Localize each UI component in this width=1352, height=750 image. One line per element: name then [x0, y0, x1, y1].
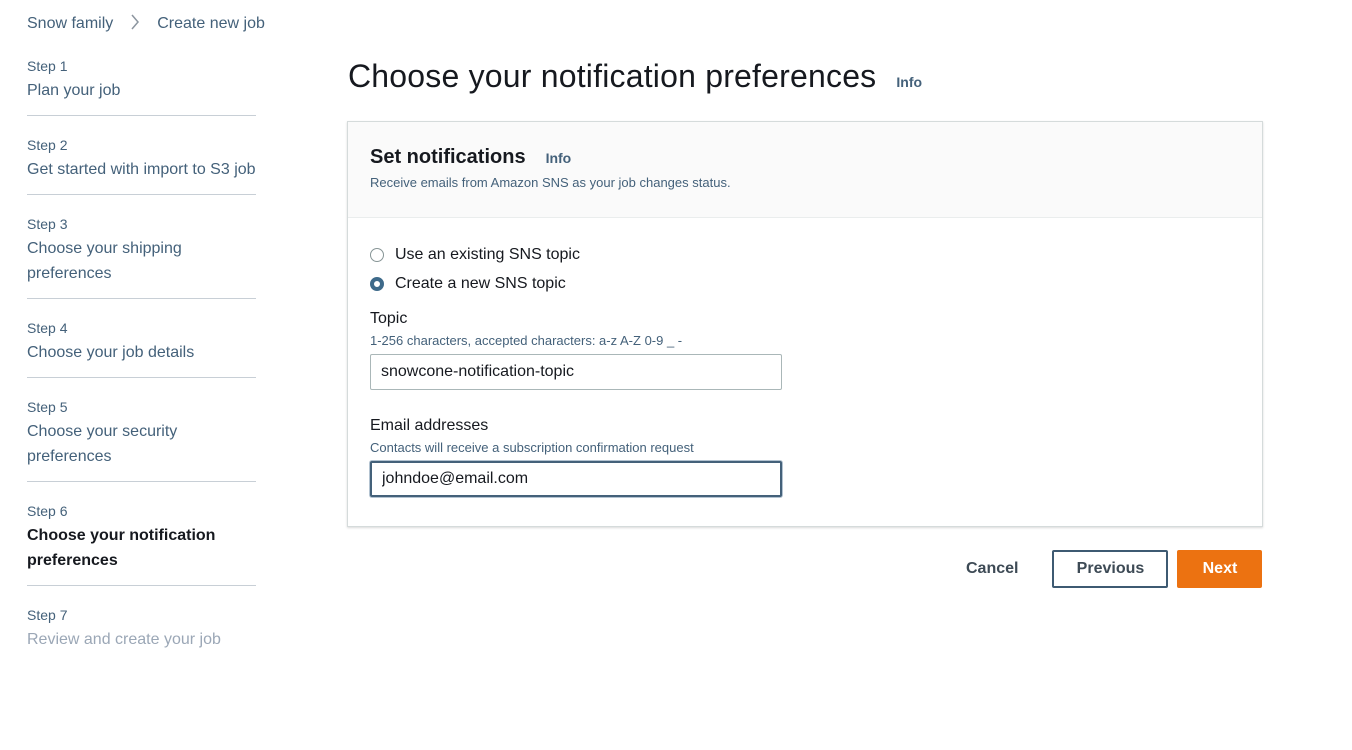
- next-button[interactable]: Next: [1177, 550, 1263, 588]
- email-label: Email addresses: [370, 417, 489, 434]
- wizard-step-5: Step 5 Choose your security preferences: [27, 397, 256, 482]
- step-number: Step 3: [27, 216, 68, 232]
- email-field: Email addresses Contacts will receive a …: [370, 416, 1240, 497]
- radio-label: Use an existing SNS topic: [395, 246, 580, 263]
- container-body: Use an existing SNS topic Create a new S…: [348, 218, 1262, 497]
- radio-label: Create a new SNS topic: [395, 275, 566, 292]
- topic-constraint: 1-256 characters, accepted characters: a…: [370, 333, 683, 348]
- step-number: Step 6: [27, 503, 68, 519]
- wizard-step-7: Step 7 Review and create your job: [27, 605, 256, 664]
- wizard-actions: Cancel Previous Next: [950, 550, 1263, 588]
- radio-button-unchecked[interactable]: [370, 248, 384, 262]
- breadcrumb-current: Create new job: [157, 15, 265, 32]
- set-notifications-container: Set notifications Info Receive emails fr…: [347, 121, 1263, 527]
- topic-label: Topic: [370, 310, 408, 327]
- radio-button-checked[interactable]: [370, 277, 384, 291]
- step-link-import-s3[interactable]: Get started with import to S3 job: [27, 157, 256, 182]
- page-header: Choose your notification preferences Inf…: [348, 58, 922, 95]
- step-number: Step 7: [27, 607, 68, 623]
- topic-field: Topic 1-256 characters, accepted charact…: [370, 309, 1240, 390]
- radio-existing-sns-topic[interactable]: Use an existing SNS topic: [370, 244, 1240, 266]
- chevron-right-icon: [125, 14, 145, 35]
- breadcrumb: Snow family Create new job: [27, 13, 265, 35]
- container-title: Set notifications: [370, 146, 526, 168]
- breadcrumb-snow-family[interactable]: Snow family: [27, 15, 113, 33]
- step-number: Step 5: [27, 399, 68, 415]
- step-link-security[interactable]: Choose your security preferences: [27, 419, 256, 469]
- topic-input[interactable]: [370, 354, 782, 390]
- step-number: Step 4: [27, 320, 68, 336]
- container-description: Receive emails from Amazon SNS as your j…: [370, 175, 731, 190]
- cancel-button[interactable]: Cancel: [950, 560, 1034, 578]
- step-number: Step 2: [27, 137, 68, 153]
- email-input[interactable]: [370, 461, 782, 497]
- step-link-job-details[interactable]: Choose your job details: [27, 340, 256, 365]
- page-title: Choose your notification preferences: [348, 58, 877, 94]
- create-job-page: Snow family Create new job Step 1 Plan y…: [0, 0, 1352, 750]
- wizard-step-1: Step 1 Plan your job: [27, 56, 256, 116]
- step-review-disabled: Review and create your job: [27, 631, 221, 648]
- notifications-info-link[interactable]: Info: [546, 150, 572, 166]
- wizard-steps-nav: Step 1 Plan your job Step 2 Get started …: [27, 56, 256, 683]
- email-description: Contacts will receive a subscription con…: [370, 440, 694, 455]
- wizard-step-2: Step 2 Get started with import to S3 job: [27, 135, 256, 195]
- container-header: Set notifications Info Receive emails fr…: [348, 122, 1262, 218]
- radio-new-sns-topic[interactable]: Create a new SNS topic: [370, 273, 1240, 295]
- wizard-step-4: Step 4 Choose your job details: [27, 318, 256, 378]
- step-link-shipping[interactable]: Choose your shipping preferences: [27, 236, 256, 286]
- step-number: Step 1: [27, 58, 68, 74]
- wizard-step-6: Step 6 Choose your notification preferen…: [27, 501, 256, 586]
- page-info-link[interactable]: Info: [896, 74, 922, 90]
- step-current-notifications: Choose your notification preferences: [27, 527, 216, 569]
- step-link-plan-job[interactable]: Plan your job: [27, 78, 256, 103]
- wizard-step-3: Step 3 Choose your shipping preferences: [27, 214, 256, 299]
- previous-button[interactable]: Previous: [1052, 550, 1169, 588]
